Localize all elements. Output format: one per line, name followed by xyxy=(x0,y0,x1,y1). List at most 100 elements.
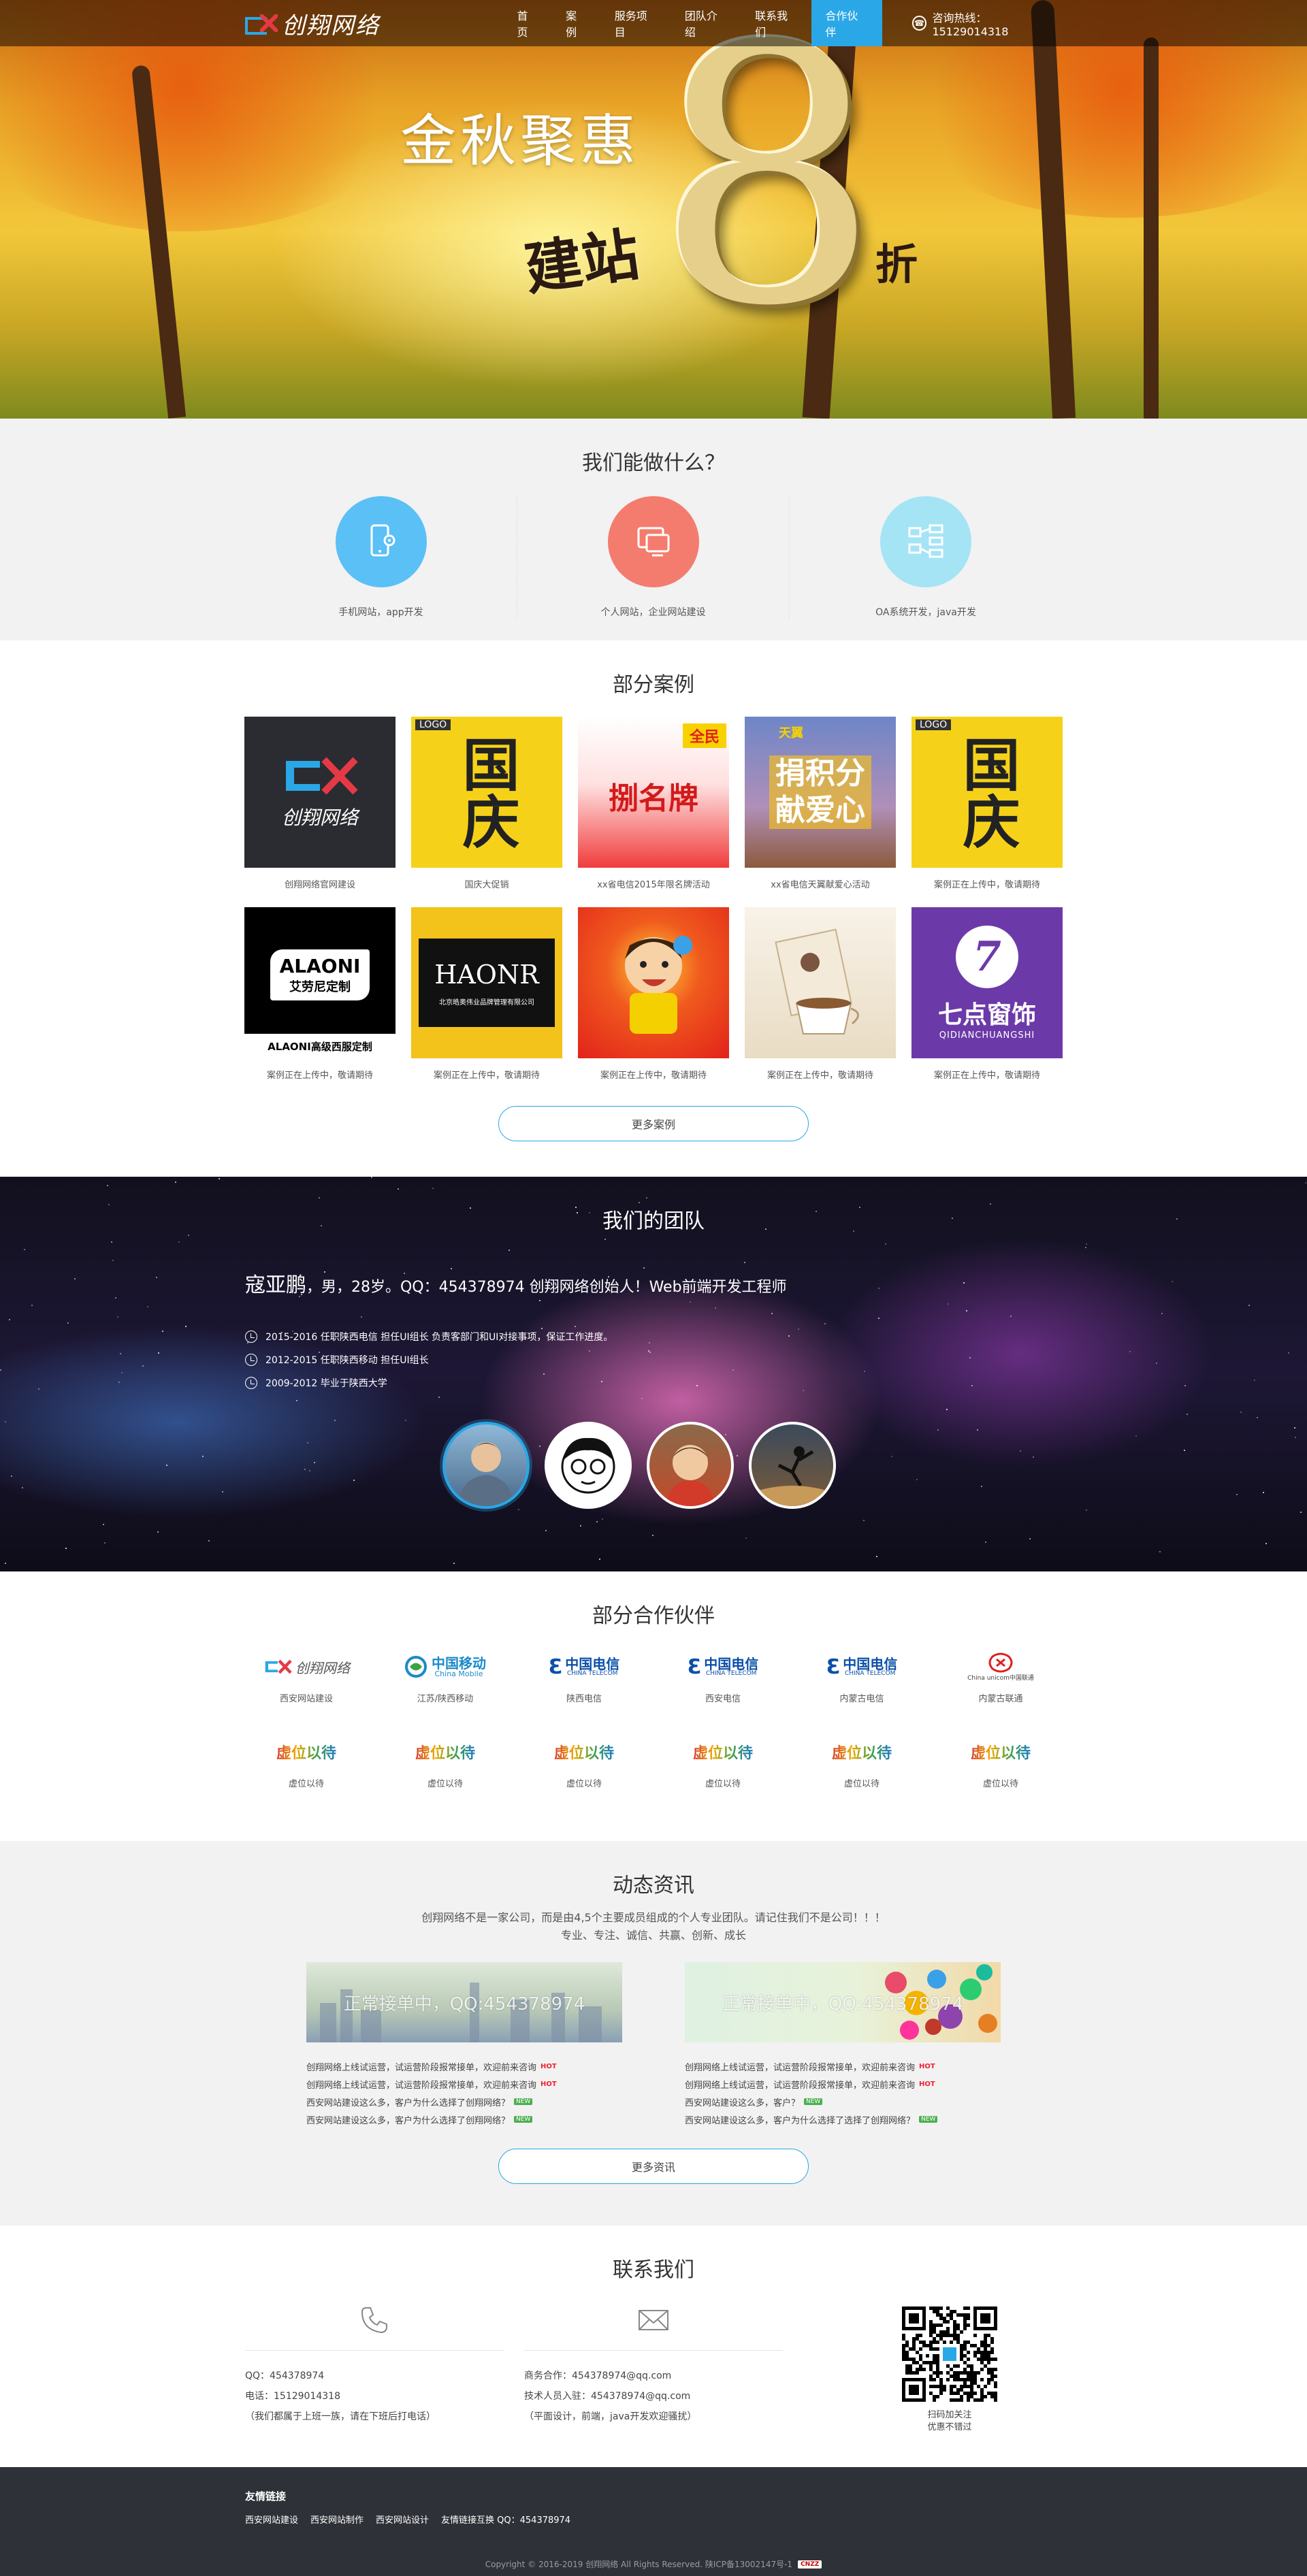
star-decor xyxy=(74,1277,76,1279)
partner-item[interactable]: ℇ 中国电信 CHINA TELECOM 内蒙古电信 xyxy=(792,1646,931,1705)
news-item[interactable]: 创翔网络上线试运营，试运营阶段报常接单，欢迎前来咨询 HOT xyxy=(306,2057,622,2075)
case-item[interactable]: 案例正在上传中，敬请期待 xyxy=(745,907,896,1081)
news-item[interactable]: 西安网站建设这么多，客户？ NEW xyxy=(685,2093,1001,2110)
partner-logo-text: 中国电信 xyxy=(565,1655,620,1672)
history-item: 2009-2012 毕业于陕西大学 xyxy=(245,1371,1062,1395)
news-item[interactable]: 创翔网络上线试运营，试运营阶段报常接单，欢迎前来咨询 HOT xyxy=(306,2075,622,2093)
qr-block: 扫码加关注 优惠不错过 xyxy=(899,2303,1001,2434)
star-decor xyxy=(142,1365,144,1367)
more-cases-button[interactable]: 更多案例 xyxy=(498,1106,809,1141)
nav-services[interactable]: 服务项目 xyxy=(601,0,671,46)
star-decor xyxy=(1135,1435,1137,1437)
friend-link[interactable]: 西安网站制作 xyxy=(310,2513,364,2526)
partner-logo-text: 创翔网络 xyxy=(295,1659,350,1676)
avatar[interactable] xyxy=(749,1422,836,1509)
news-item[interactable]: 西安网站建设这么多，客户为什么选择了创翔网络？ NEW xyxy=(306,2093,622,2110)
star-decor xyxy=(884,1243,886,1245)
partner-label: 虚位以待 xyxy=(705,1779,741,1789)
service-item-oa[interactable]: OA系统开发，java开发 xyxy=(790,496,1062,619)
case-item[interactable]: LOGO 国庆 案例正在上传中，敬请期待 xyxy=(911,717,1063,891)
case-item[interactable]: 案例正在上传中，敬请期待 xyxy=(578,907,729,1081)
qr-code[interactable] xyxy=(899,2303,1001,2405)
site-logo[interactable]: 创翔网络 xyxy=(245,7,488,40)
qr-label: 优惠不错过 xyxy=(927,2422,972,2432)
china-telecom-icon: ℇ xyxy=(687,1654,700,1679)
services-title: 我们能做什么？ xyxy=(582,451,725,475)
case-label: 案例正在上传中，敬请期待 xyxy=(433,1071,540,1081)
partner-item[interactable]: 中国移动 China Mobile 江苏/陕西移动 xyxy=(376,1646,515,1704)
nav-home[interactable]: 首页 xyxy=(503,0,552,46)
partner-item[interactable]: 虚位以待 虚位以待 xyxy=(515,1731,654,1789)
case-label: xx省电信天翼献爱心活动 xyxy=(771,880,870,890)
news-subtitle: 创翔网络不是一家公司，而是由4,5个主要成员组成的个人专业团队。请记住我们不是公… xyxy=(421,1911,886,1924)
partner-item[interactable]: 虚位以待 虚位以待 xyxy=(376,1731,515,1789)
star-decor xyxy=(604,1238,607,1240)
partner-logo: 虚位以待 xyxy=(654,1731,792,1772)
news-banner[interactable]: 正常接单中，QQ:454378974 xyxy=(685,1962,1001,2042)
star-decor xyxy=(599,1558,601,1560)
friend-link[interactable]: 友情链接互换 QQ：454378974 xyxy=(441,2513,570,2526)
alaoni-sub: 艾劳尼定制 xyxy=(289,979,351,994)
contact-phone: 电话：15129014318 xyxy=(245,2391,340,2402)
partner-label: 内蒙古电信 xyxy=(839,1694,884,1704)
copyright-text: Copyright © 2016-2019 创翔网络 All Rights Re… xyxy=(485,2560,793,2569)
nav-partners[interactable]: 合作伙伴 xyxy=(811,0,882,46)
more-news-button[interactable]: 更多资讯 xyxy=(498,2149,809,2184)
nav-cases[interactable]: 案例 xyxy=(552,0,601,46)
friend-link[interactable]: 西安网站设计 xyxy=(376,2513,429,2526)
partner-item[interactable]: 虚位以待 虚位以待 xyxy=(654,1731,792,1789)
news-item[interactable]: 创翔网络上线试运营，试运营阶段报常接单，欢迎前来咨询 HOT xyxy=(685,2057,1001,2075)
partner-item[interactable]: 虚位以待 虚位以待 xyxy=(931,1731,1070,1789)
case-item[interactable]: 全民 捌名牌 xx省电信2015年限名牌活动 xyxy=(578,717,729,891)
star-decor xyxy=(862,1520,865,1522)
case-item[interactable]: 天翼 捐积分献爱心 xx省电信天翼献爱心活动 xyxy=(745,717,896,891)
hero-banner[interactable]: 金秋聚惠 8 建站 折 xyxy=(0,0,1307,419)
case-item[interactable]: 7 七点窗饰 QIDIANCHUANGSHI 案例正在上传中，敬请期待 xyxy=(911,907,1063,1081)
cartoon-boy-icon xyxy=(625,936,692,1034)
nav-contact[interactable]: 联系我们 xyxy=(741,0,811,46)
star-decor xyxy=(985,1542,987,1544)
cnzz-badge[interactable]: CNZZ xyxy=(798,2560,822,2569)
case-item[interactable]: ALAONI 艾劳尼定制 ALAONI高级西服定制 案例正在上传中，敬请期待 xyxy=(244,907,396,1081)
partner-item[interactable]: ℇ 中国电信 CHINA TELECOM 陕西电信 xyxy=(515,1646,654,1705)
star-decor xyxy=(208,1539,210,1542)
friend-link[interactable]: 西安网站建设 xyxy=(245,2513,298,2526)
star-decor xyxy=(157,1531,159,1533)
partner-item[interactable]: 创翔网络 西安网站建设 xyxy=(237,1646,376,1704)
news-item[interactable]: 创翔网络上线试运营，试运营阶段报常接单，欢迎前来咨询 HOT xyxy=(685,2075,1001,2093)
star-decor xyxy=(1184,1449,1186,1451)
star-decor xyxy=(1033,1456,1035,1458)
haonr-sub: 北京皓奥伟业品牌管理有限公司 xyxy=(439,998,534,1007)
service-item-mobile[interactable]: 手机网站，app开发 xyxy=(245,496,517,619)
case-item[interactable]: HAONR 北京皓奥伟业品牌管理有限公司 案例正在上传中，敬请期待 xyxy=(411,907,562,1081)
news-item[interactable]: 西安网站建设这么多，客户为什么选择了创翔网络？ NEW xyxy=(306,2110,622,2128)
avatar[interactable] xyxy=(647,1422,734,1509)
news-item[interactable]: 西安网站建设这么多，客户为什么选择了选择了创翔网络？ NEW xyxy=(685,2110,1001,2128)
star-decor xyxy=(1159,1550,1161,1552)
site-footer: 友情链接 西安网站建设 西安网站制作 西安网站设计 友情链接互换 QQ：4543… xyxy=(0,2467,1307,2576)
partner-item[interactable]: 虚位以待 虚位以待 xyxy=(237,1731,376,1789)
star-decor xyxy=(119,1353,121,1355)
avatar[interactable] xyxy=(442,1422,530,1509)
case-item[interactable]: LOGO 国庆 国庆大促销 xyxy=(411,717,562,891)
star-decor xyxy=(937,1429,939,1431)
case-item[interactable]: 创翔网络 创翔网络官网建设 xyxy=(244,717,396,891)
partner-item[interactable]: China unicom中国联通 内蒙古联通 xyxy=(931,1646,1070,1704)
star-decor xyxy=(307,1441,309,1444)
partner-item[interactable]: 虚位以待 虚位以待 xyxy=(792,1731,931,1789)
case-label: 案例正在上传中，敬请期待 xyxy=(933,880,1040,890)
avatar[interactable] xyxy=(545,1422,632,1509)
partner-logo-text: 虚位以待 xyxy=(276,1741,336,1763)
news-banner[interactable]: 正常接单中，QQ:454378974 xyxy=(306,1962,622,2042)
partner-logo: 虚位以待 xyxy=(237,1731,376,1772)
partner-item[interactable]: ℇ 中国电信 CHINA TELECOM 西安电信 xyxy=(654,1646,792,1705)
banner-prefix: 建站 xyxy=(520,220,643,304)
history-text: 2015-2016 任职陕西电信 担任UI组长 负责客部门和UI对接事项，保证工… xyxy=(265,1332,613,1343)
tree-trunk xyxy=(1144,37,1159,419)
nav-team[interactable]: 团队介绍 xyxy=(671,0,741,46)
new-badge: NEW xyxy=(919,2116,938,2123)
star-decor xyxy=(120,1371,123,1373)
service-item-website[interactable]: 个人网站，企业网站建设 xyxy=(517,496,790,619)
phone-icon xyxy=(245,2303,504,2351)
contact-business: 商务合作：454378974@qq.com xyxy=(524,2370,672,2381)
